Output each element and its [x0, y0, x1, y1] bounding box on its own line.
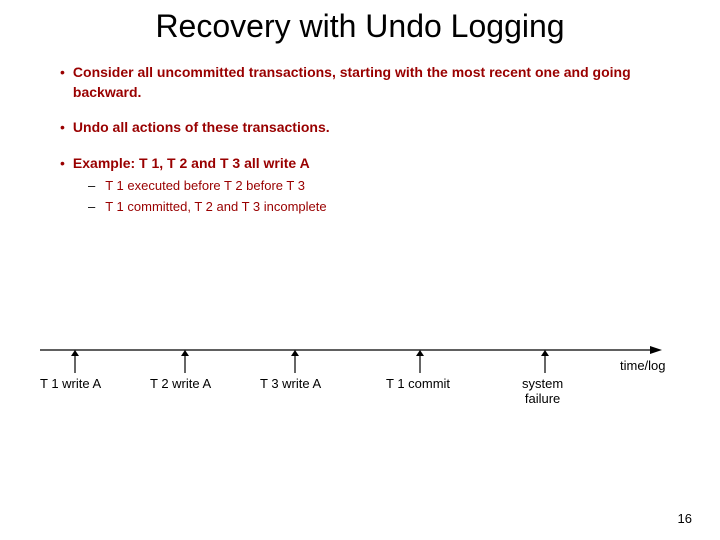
- dash-icon: –: [88, 198, 95, 216]
- page-number: 16: [678, 511, 692, 526]
- slide-title: Recovery with Undo Logging: [40, 8, 680, 45]
- timeline-event-label: T 2 write A: [150, 376, 211, 391]
- bullet-text: Undo all actions of these transactions.: [73, 118, 330, 138]
- bullet-item: • Consider all uncommitted transactions,…: [60, 63, 680, 102]
- sub-text: T 1 committed, T 2 and T 3 incomplete: [105, 198, 326, 216]
- timeline-axis-label: time/log: [620, 358, 666, 373]
- timeline-event-label: T 1 write A: [40, 376, 101, 391]
- sub-text: T 1 executed before T 2 before T 3: [105, 177, 305, 195]
- sub-list: – T 1 executed before T 2 before T 3 – T…: [88, 177, 680, 215]
- sub-item: – T 1 executed before T 2 before T 3: [88, 177, 680, 195]
- timeline-event-label: T 3 write A: [260, 376, 321, 391]
- bullet-text: Consider all uncommitted transactions, s…: [73, 63, 680, 102]
- dash-icon: –: [88, 177, 95, 195]
- content-area: • Consider all uncommitted transactions,…: [40, 63, 680, 216]
- timeline-diagram: T 1 write A T 2 write A T 3 write A T 1 …: [40, 340, 680, 390]
- bullet-item: • Example: T 1, T 2 and T 3 all write A: [60, 154, 680, 174]
- bullet-icon: •: [60, 118, 65, 138]
- bullet-icon: •: [60, 154, 65, 174]
- bullet-item: • Undo all actions of these transactions…: [60, 118, 680, 138]
- bullet-text: Example: T 1, T 2 and T 3 all write A: [73, 154, 310, 174]
- slide: Recovery with Undo Logging • Consider al…: [0, 0, 720, 540]
- timeline-svg: [40, 340, 680, 390]
- timeline-event-label: T 1 commit: [386, 376, 450, 391]
- bullet-icon: •: [60, 63, 65, 83]
- sub-item: – T 1 committed, T 2 and T 3 incomplete: [88, 198, 680, 216]
- timeline-event-label: system failure: [522, 376, 563, 406]
